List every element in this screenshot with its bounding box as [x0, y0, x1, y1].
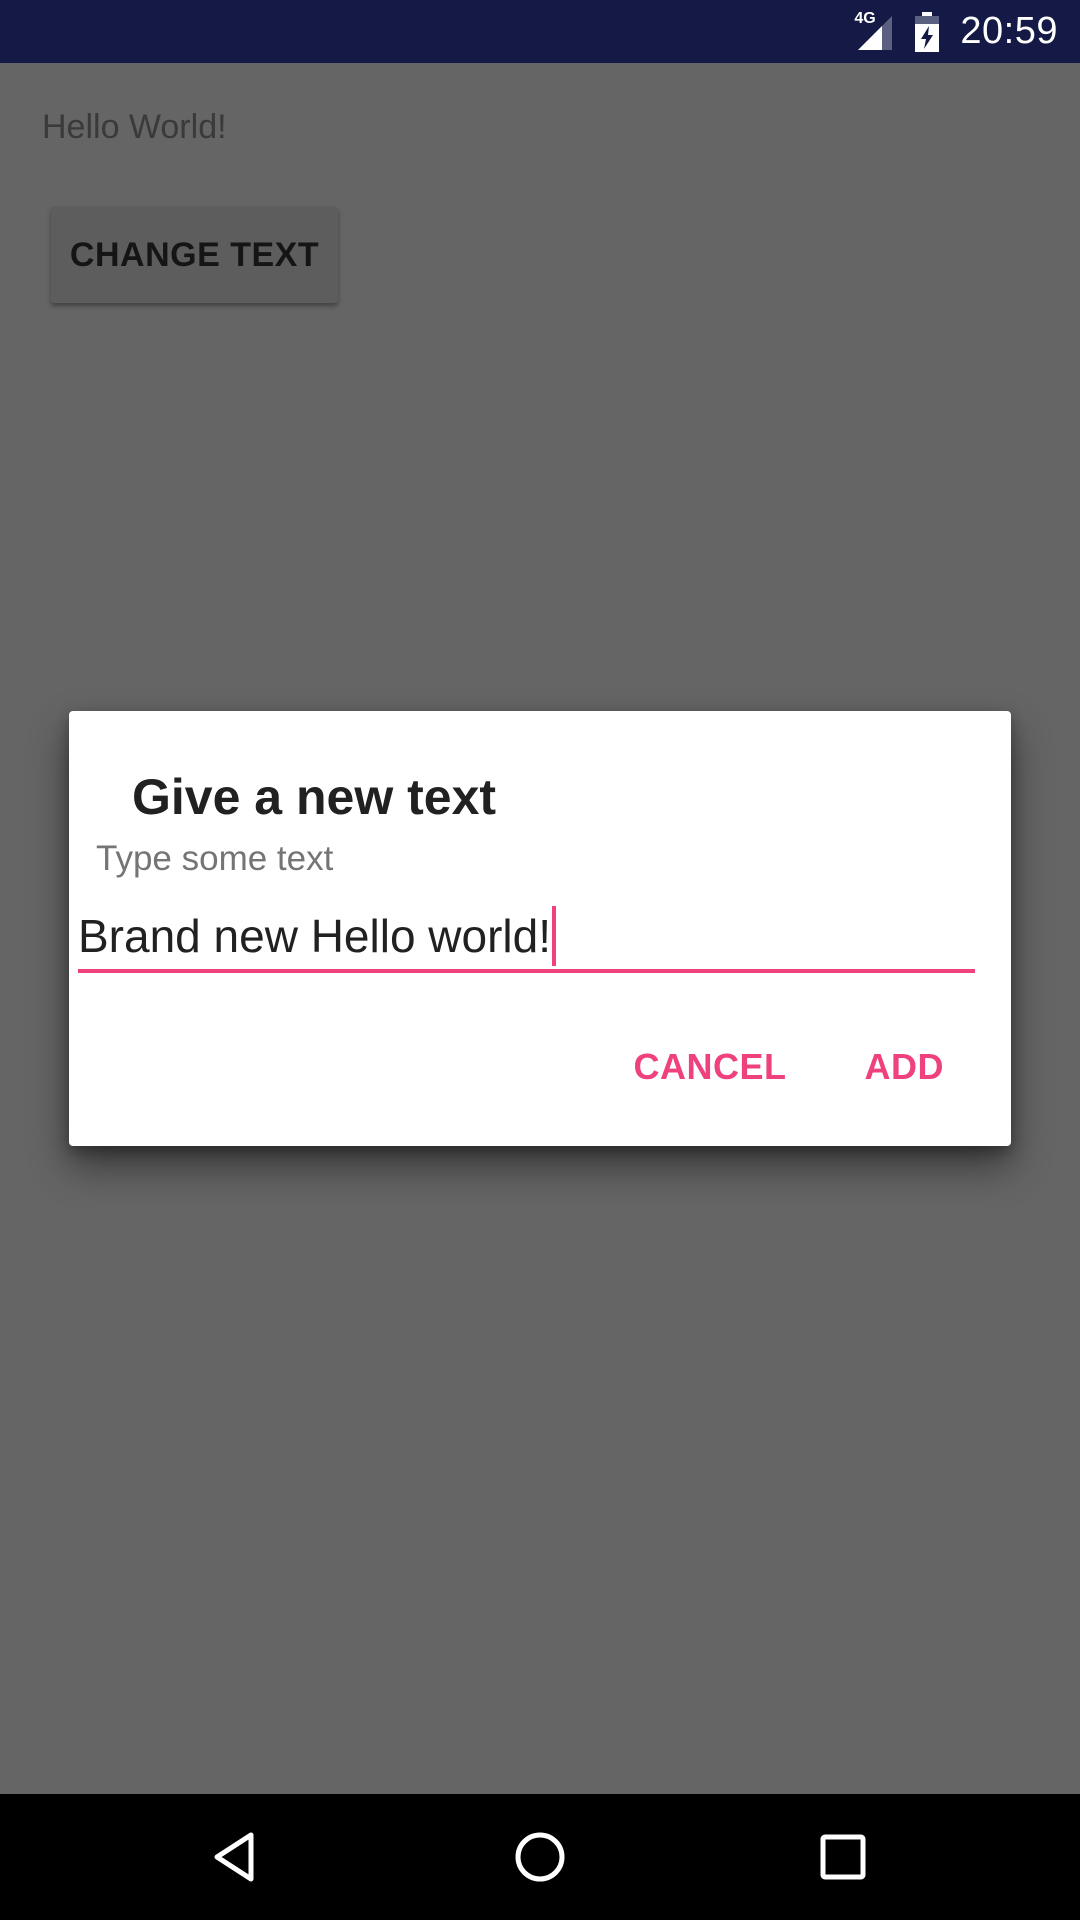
- home-icon[interactable]: [510, 1827, 570, 1887]
- text-input-value[interactable]: Brand new Hello world!: [78, 909, 551, 963]
- back-icon[interactable]: [207, 1827, 267, 1887]
- status-icons: 4G 20:59: [854, 0, 1080, 63]
- input-dialog: Give a new text Type some text Brand new…: [69, 711, 1011, 1146]
- recents-icon[interactable]: [813, 1827, 873, 1887]
- dialog-title: Give a new text: [132, 769, 497, 825]
- text-input[interactable]: Brand new Hello world!: [78, 903, 975, 973]
- dialog-actions: CANCEL ADD: [634, 1037, 945, 1097]
- text-cursor: [552, 906, 557, 966]
- status-bar: 4G 20:59: [0, 0, 1080, 63]
- status-time: 20:59: [960, 10, 1058, 52]
- hello-text: Hello World!: [42, 108, 227, 146]
- signal-icon: 4G: [854, 9, 894, 52]
- dialog-message: Type some text: [96, 839, 334, 878]
- change-text-button[interactable]: CHANGE TEXT: [51, 207, 338, 303]
- battery-charging-icon: [915, 11, 940, 52]
- add-button[interactable]: ADD: [865, 1046, 945, 1088]
- network-type: 4G: [854, 9, 876, 27]
- navigation-bar: [0, 1794, 1080, 1920]
- cancel-button[interactable]: CANCEL: [634, 1046, 787, 1088]
